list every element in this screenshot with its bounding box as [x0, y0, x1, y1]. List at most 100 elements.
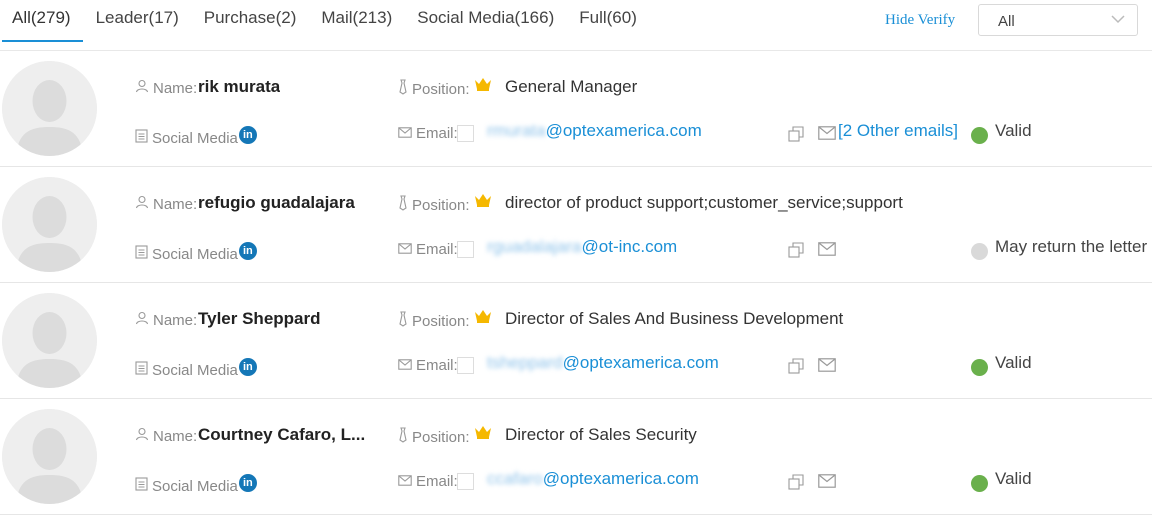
position-label: Position:	[398, 427, 470, 447]
person-icon	[135, 195, 153, 213]
avatar	[2, 293, 97, 388]
name-label: Name:	[135, 427, 197, 445]
email-domain: @optexamerica.com	[542, 469, 699, 488]
avatar	[2, 409, 97, 504]
status-text: Valid	[995, 469, 1032, 488]
mail-icon[interactable]	[818, 126, 836, 145]
contact-row: Name: refugio guadalajara Social Media in…	[0, 167, 1152, 283]
filter-select-value: All	[998, 13, 1015, 30]
linkedin-icon[interactable]: in	[238, 358, 257, 376]
social-media-label: Social Media in	[135, 126, 257, 147]
tab-all[interactable]: All(279)	[0, 0, 83, 42]
name-label: Name:	[135, 79, 197, 97]
contact-email[interactable]: ccafaro@optexamerica.com	[487, 469, 699, 489]
tab-social-media[interactable]: Social Media(166)	[405, 0, 566, 42]
email-domain: @optexamerica.com	[562, 353, 719, 372]
email-local-hidden: ccafaro	[487, 469, 543, 488]
social-media-label: Social Media in	[135, 358, 257, 379]
contact-row: Name: Courtney Cafaro, L... Social Media…	[0, 399, 1152, 515]
status-dot	[971, 475, 988, 492]
crown-icon	[474, 425, 492, 444]
name-label: Name:	[135, 195, 197, 213]
mail-icon[interactable]	[818, 242, 836, 261]
contact-email[interactable]: rmurata@optexamerica.com	[487, 121, 702, 141]
email-local-hidden: rguadalajara	[487, 237, 582, 256]
person-icon	[135, 79, 153, 97]
envelope-icon	[398, 473, 416, 490]
email-domain: @optexamerica.com	[545, 121, 702, 140]
document-icon	[135, 477, 152, 495]
tie-icon	[398, 79, 412, 99]
tie-icon	[398, 195, 412, 215]
filter-select[interactable]: All	[978, 4, 1138, 36]
envelope-icon	[398, 125, 416, 142]
status-dot	[971, 243, 988, 260]
crown-icon	[474, 309, 492, 328]
email-local-hidden: rmurata	[487, 121, 546, 140]
tab-leader[interactable]: Leader(17)	[84, 0, 191, 42]
person-icon	[135, 311, 153, 329]
email-label: Email:	[398, 125, 458, 142]
email-label: Email:	[398, 241, 458, 258]
envelope-icon	[398, 357, 416, 374]
contact-position: Director of Sales And Business Developme…	[505, 309, 844, 328]
linkedin-icon[interactable]: in	[238, 242, 257, 260]
status-dot	[971, 127, 988, 144]
chevron-down-icon	[1111, 15, 1125, 24]
contact-position: director of product support;customer_ser…	[505, 193, 903, 212]
envelope-icon	[398, 241, 416, 258]
email-label: Email:	[398, 473, 458, 490]
status-text: May return the letter	[995, 237, 1148, 256]
tie-icon	[398, 311, 412, 331]
hide-verify-link[interactable]: Hide Verify	[885, 12, 955, 29]
mail-icon[interactable]	[818, 474, 836, 493]
email-checkbox[interactable]	[457, 357, 474, 374]
tie-icon	[398, 427, 412, 447]
contact-position: General Manager	[505, 77, 638, 96]
other-emails-link[interactable]: [2 Other emails]	[838, 121, 958, 141]
person-icon	[135, 427, 153, 445]
copy-icon[interactable]	[788, 126, 804, 147]
document-icon	[135, 129, 152, 147]
status-text: Valid	[995, 121, 1032, 140]
contact-name[interactable]: Courtney Cafaro, L...	[198, 425, 365, 445]
email-domain: @ot-inc.com	[581, 237, 678, 256]
social-media-label: Social Media in	[135, 474, 257, 495]
position-label: Position:	[398, 311, 470, 331]
avatar	[2, 61, 97, 156]
tab-full[interactable]: Full(60)	[567, 0, 649, 42]
contact-position: Director of Sales Security	[505, 425, 697, 444]
contact-row: Name: Tyler Sheppard Social Media in Posi…	[0, 283, 1152, 399]
contact-row: Name: rik murata Social Media in Position…	[0, 51, 1152, 167]
document-icon	[135, 361, 152, 379]
email-checkbox[interactable]	[457, 241, 474, 258]
mail-icon[interactable]	[818, 358, 836, 377]
social-media-label: Social Media in	[135, 242, 257, 263]
avatar	[2, 177, 97, 272]
tab-mail[interactable]: Mail(213)	[309, 0, 404, 42]
filter-bar: All(279) Leader(17) Purchase(2) Mail(213…	[0, 0, 1152, 51]
email-checkbox[interactable]	[457, 125, 474, 142]
email-checkbox[interactable]	[457, 473, 474, 490]
linkedin-icon[interactable]: in	[238, 474, 257, 492]
document-icon	[135, 245, 152, 263]
contact-name[interactable]: rik murata	[198, 77, 280, 97]
tab-purchase[interactable]: Purchase(2)	[192, 0, 309, 42]
position-label: Position:	[398, 79, 470, 99]
copy-icon[interactable]	[788, 358, 804, 379]
email-local-hidden: tsheppard	[487, 353, 563, 372]
name-label: Name:	[135, 311, 197, 329]
contact-email[interactable]: rguadalajara@ot-inc.com	[487, 237, 677, 257]
crown-icon	[474, 77, 492, 96]
contact-email[interactable]: tsheppard@optexamerica.com	[487, 353, 719, 373]
contact-name[interactable]: refugio guadalajara	[198, 193, 355, 213]
status-text: Valid	[995, 353, 1032, 372]
position-label: Position:	[398, 195, 470, 215]
crown-icon	[474, 193, 492, 212]
email-label: Email:	[398, 357, 458, 374]
copy-icon[interactable]	[788, 242, 804, 263]
linkedin-icon[interactable]: in	[238, 126, 257, 144]
tab-bar: All(279) Leader(17) Purchase(2) Mail(213…	[0, 0, 650, 42]
status-dot	[971, 359, 988, 376]
contact-name[interactable]: Tyler Sheppard	[198, 309, 321, 329]
